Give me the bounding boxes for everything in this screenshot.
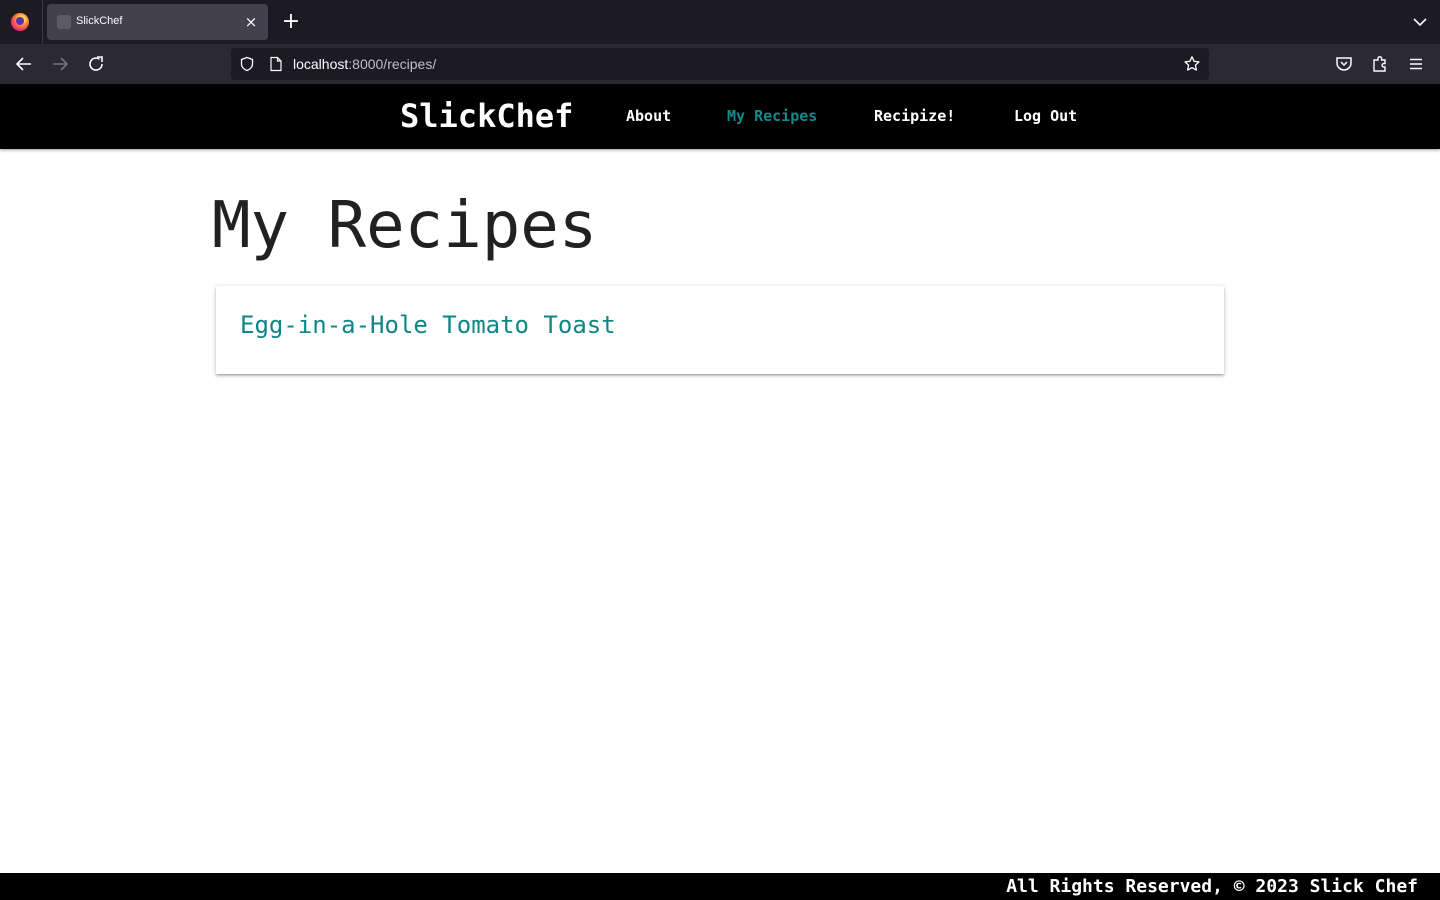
page-icon[interactable] [269, 56, 283, 72]
tab-separator [42, 0, 43, 44]
tab-close-icon[interactable]: × [242, 13, 260, 31]
page-title: My Recipes [212, 189, 598, 263]
footer-copyright: All Rights Reserved, © 2023 Slick Chef [1006, 876, 1418, 897]
tab-title: SlickChef [76, 15, 123, 27]
recipe-link[interactable]: Egg-in-a-Hole Tomato Toast [240, 310, 616, 340]
shield-icon[interactable] [239, 56, 255, 72]
puzzle-icon[interactable] [1368, 52, 1392, 76]
browser-tab-bar: SlickChef × + [0, 0, 1440, 44]
reload-icon[interactable] [84, 52, 108, 76]
pocket-icon[interactable] [1332, 52, 1356, 76]
arrow-right-icon[interactable] [48, 52, 72, 76]
url-path: :8000/recipes/ [348, 56, 437, 72]
new-tab-button[interactable]: + [279, 8, 303, 36]
chevron-down-icon[interactable] [1408, 10, 1432, 34]
browser-tab[interactable]: SlickChef × [47, 4, 268, 40]
star-icon[interactable] [1183, 55, 1201, 73]
brand-logo-link[interactable]: SlickChef [400, 96, 573, 136]
url-host: localhost [293, 56, 349, 72]
url-text[interactable]: localhost:8000/recipes/ [293, 56, 436, 72]
recipe-card[interactable]: Egg-in-a-Hole Tomato Toast [216, 286, 1224, 374]
nav-link-log-out[interactable]: Log Out [1014, 106, 1077, 126]
nav-link-my-recipes[interactable]: My Recipes [727, 106, 817, 126]
firefox-logo-icon[interactable] [11, 13, 29, 31]
site-header: SlickChef About My Recipes Recipize! Log… [0, 84, 1440, 149]
nav-link-about[interactable]: About [626, 106, 671, 126]
arrow-left-icon[interactable] [12, 52, 36, 76]
site-footer: All Rights Reserved, © 2023 Slick Chef [0, 873, 1440, 900]
hamburger-menu-icon[interactable] [1404, 52, 1428, 76]
nav-link-recipize[interactable]: Recipize! [874, 106, 955, 126]
url-bar[interactable]: localhost:8000/recipes/ [231, 48, 1209, 80]
tab-favicon-icon [57, 15, 71, 29]
browser-nav-bar: localhost:8000/recipes/ [0, 44, 1440, 84]
